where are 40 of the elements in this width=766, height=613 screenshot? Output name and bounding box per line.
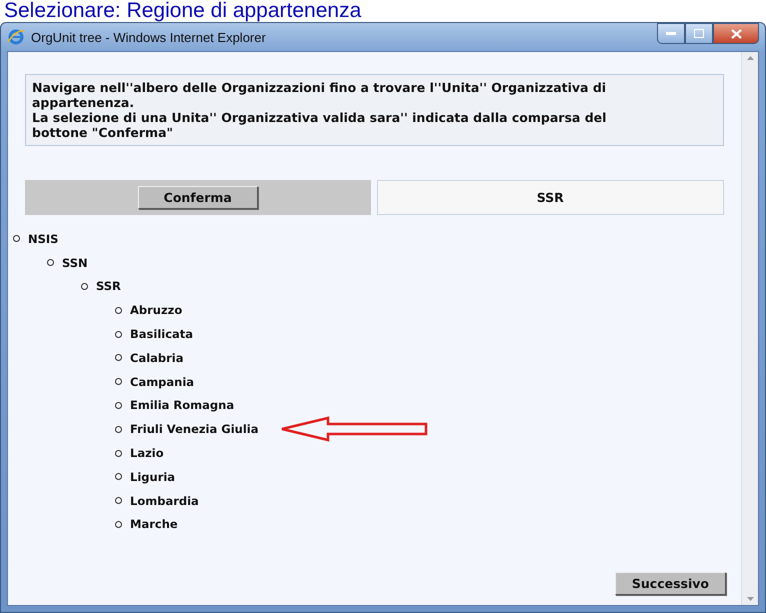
bullet-icon: [115, 378, 122, 386]
confirm-button[interactable]: Conferma: [138, 186, 258, 209]
bullet-icon: [115, 473, 122, 480]
minimize-button[interactable]: [657, 23, 685, 44]
tree-item[interactable]: Abruzzo: [130, 303, 182, 318]
close-button[interactable]: [713, 23, 759, 44]
minimize-icon: [666, 32, 676, 36]
bullet-icon: [115, 330, 122, 338]
tree-item[interactable]: Friuli Venezia Giulia: [130, 422, 258, 436]
bullet-icon: [13, 235, 20, 242]
tree-item[interactable]: Calabria: [130, 350, 184, 365]
bullet-icon: [115, 426, 122, 433]
selected-unit-label: SSR: [376, 180, 724, 215]
next-button[interactable]: Successivo: [614, 572, 726, 595]
maximize-button[interactable]: [685, 23, 713, 44]
maximize-icon: [694, 29, 704, 38]
bullet-icon: [81, 282, 88, 290]
tree-item[interactable]: SSN: [62, 256, 88, 270]
tree-item[interactable]: NSIS: [28, 232, 58, 246]
tree-item[interactable]: Emilia Romagna: [130, 398, 234, 412]
tree-item[interactable]: SSR: [96, 279, 121, 294]
page-heading: Selezionare: Regione di appartenenza: [3, 0, 362, 22]
tree-item[interactable]: Lombardia: [130, 494, 199, 508]
window-title: OrgUnit tree - Windows Internet Explorer: [31, 30, 266, 44]
tree-item[interactable]: Liguria: [130, 470, 176, 484]
bullet-icon: [115, 520, 122, 528]
bullet-icon: [115, 402, 122, 409]
bullet-icon: [115, 497, 122, 504]
close-icon: [730, 28, 742, 38]
bullet-icon: [115, 450, 122, 457]
tree-item[interactable]: Basilicata: [130, 327, 194, 342]
bullet-icon: [115, 306, 122, 314]
browser-logo-icon: [7, 28, 25, 46]
bullet-icon: [47, 259, 54, 266]
instruction-text: Navigare nell''albero delle Organizzazioni fino a trovare l''Unita'' Organizzativa di appartenenza.: [32, 80, 608, 110]
instruction-text: La selezione di una Unita'' Organizzativa valida sara'' indicata dalla comparsa del bottone "Conferma": [32, 110, 608, 140]
tree-item[interactable]: Marche: [130, 517, 178, 532]
tree-item[interactable]: Lazio: [130, 446, 164, 460]
bullet-icon: [115, 354, 122, 362]
tree-item[interactable]: Campania: [130, 374, 194, 389]
